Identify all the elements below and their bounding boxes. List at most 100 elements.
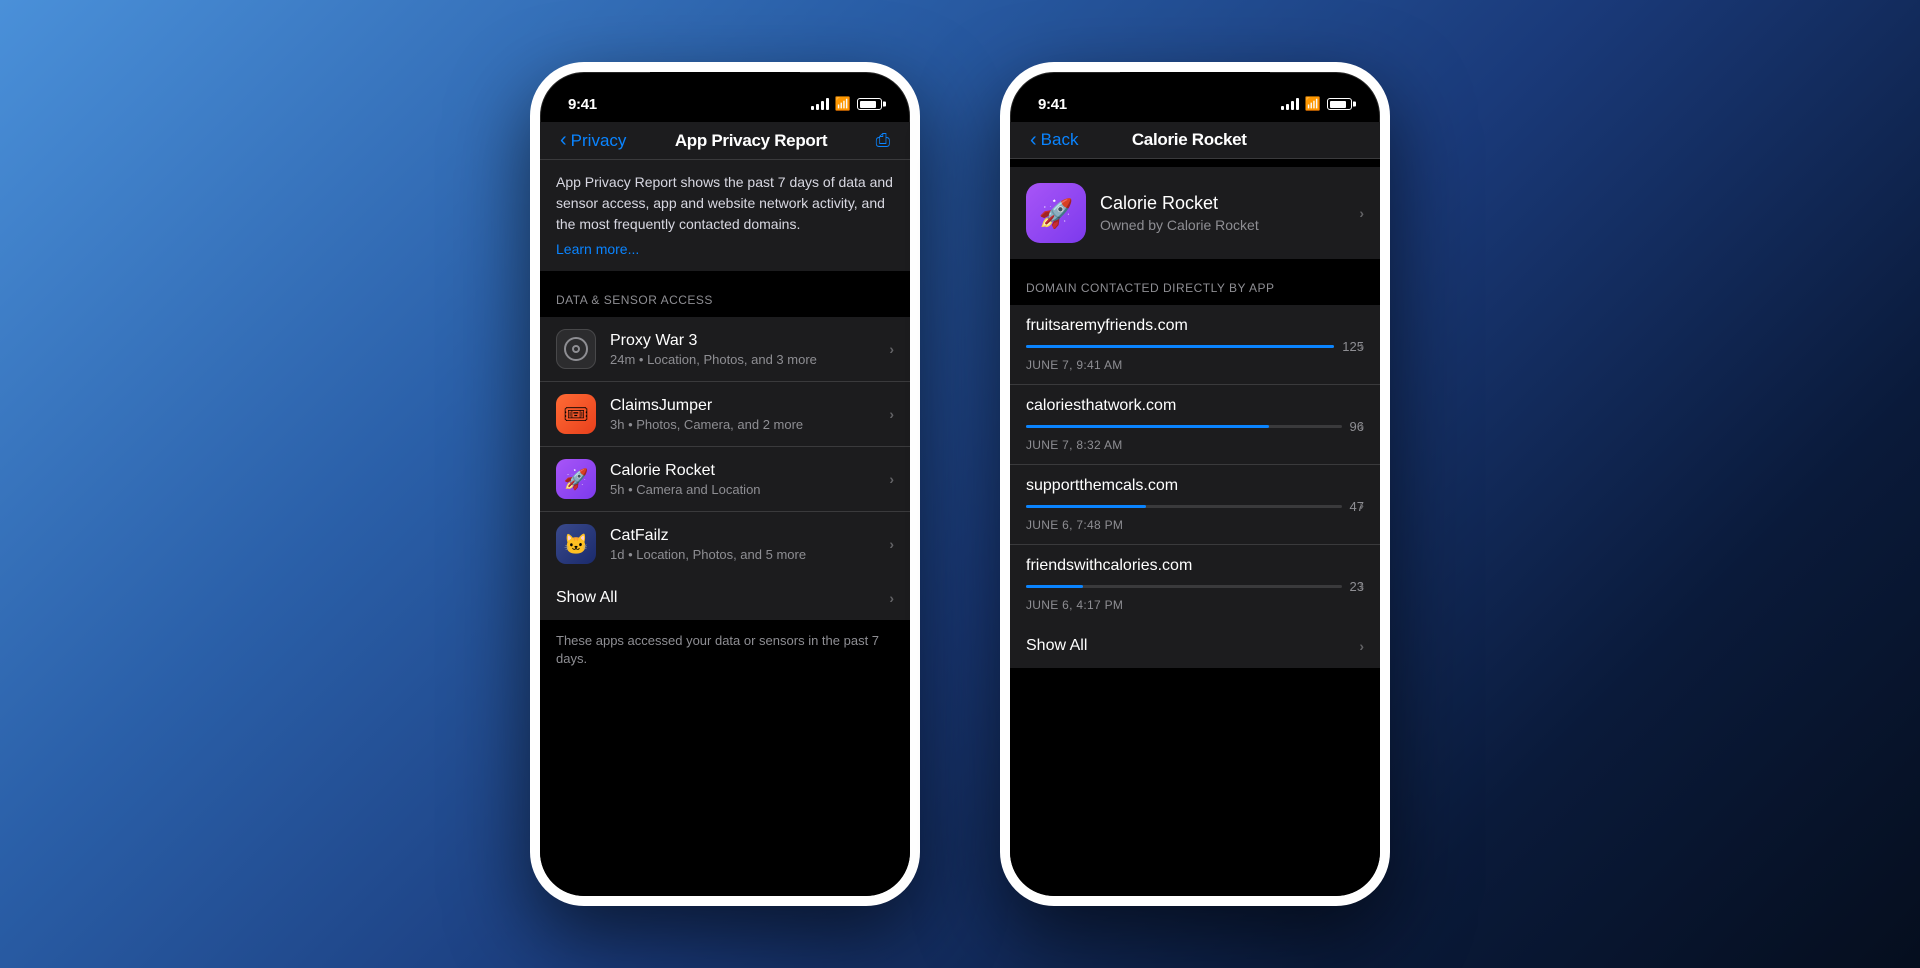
app-subtitle-claimsjumper: 3h • Photos, Camera, and 2 more	[610, 417, 889, 432]
item-details-proxywar: Proxy War 3 24m • Location, Photos, and …	[610, 332, 889, 367]
list-item-calorierocket[interactable]: 🚀 Calorie Rocket 5h • Camera and Locatio…	[540, 447, 910, 512]
app-name-proxywar: Proxy War 3	[610, 332, 889, 350]
app-subtitle-calorierocket: 5h • Camera and Location	[610, 482, 889, 497]
catfailz-icon-symbol: 🐱	[564, 532, 589, 557]
domain-date-2: June 6, 7:48 PM	[1026, 518, 1364, 532]
notch-right	[1120, 72, 1270, 102]
app-icon-claimsjumper: 🎟	[556, 394, 596, 434]
wifi-icon-left: 📶	[835, 96, 851, 112]
info-section: App Privacy Report shows the past 7 days…	[540, 160, 910, 271]
nav-title-right: Calorie Rocket	[1132, 130, 1247, 150]
domain-name-1: caloriesthatwork.com	[1026, 397, 1176, 415]
domain-date-0: June 7, 9:41 AM	[1026, 358, 1364, 372]
app-info-text: Calorie Rocket Owned by Calorie Rocket	[1100, 193, 1345, 233]
app-name-claimsjumper: ClaimsJumper	[610, 397, 889, 415]
chevron-app-info: ›	[1359, 205, 1364, 221]
nav-back-label-left[interactable]: Privacy	[571, 131, 627, 151]
show-all-text-left: Show All	[556, 589, 617, 607]
list-item-proxywar[interactable]: Proxy War 3 24m • Location, Photos, and …	[540, 317, 910, 382]
app-info-owner: Owned by Calorie Rocket	[1100, 217, 1345, 233]
domain-bar-container-2	[1026, 505, 1342, 508]
show-all-button-right[interactable]: Show All ›	[1010, 624, 1380, 668]
gear-icon	[564, 337, 588, 361]
domain-bar-0	[1026, 345, 1334, 348]
chevron-show-all-right: ›	[1359, 638, 1364, 654]
app-icon-calorierocket-left: 🚀	[556, 459, 596, 499]
domain-bar-3	[1026, 585, 1083, 588]
domain-bar-container-0	[1026, 345, 1334, 348]
back-chevron-left: ‹	[560, 130, 567, 150]
notch-left	[650, 72, 800, 102]
domain-bar-container-1	[1026, 425, 1342, 428]
footer-note: These apps accessed your data or sensors…	[540, 620, 910, 680]
app-subtitle-catfailz: 1d • Location, Photos, and 5 more	[610, 547, 889, 562]
domain-item-3[interactable]: friendswithcalories.com 23 June 6, 4:17 …	[1010, 545, 1380, 624]
item-details-calorierocket: Calorie Rocket 5h • Camera and Location	[610, 462, 889, 497]
nav-back-right[interactable]: ‹ Back	[1030, 130, 1078, 150]
domain-chevron-2: ›	[1359, 497, 1364, 513]
list-item-catfailz[interactable]: 🐱 CatFailz 1d • Location, Photos, and 5 …	[540, 512, 910, 576]
status-time-right: 9:41	[1038, 96, 1067, 113]
share-button-left[interactable]: ⎙	[876, 130, 890, 151]
footer-note-text: These apps accessed your data or sensors…	[556, 632, 894, 668]
domain-chevron-0: ›	[1359, 337, 1364, 353]
signal-bars-left	[811, 98, 829, 110]
data-sensor-header: DATA & SENSOR ACCESS	[540, 271, 910, 317]
domain-chevron-1: ›	[1359, 417, 1364, 433]
app-info-card[interactable]: 🚀 Calorie Rocket Owned by Calorie Rocket…	[1010, 167, 1380, 259]
app-info-name: Calorie Rocket	[1100, 193, 1345, 214]
app-icon-proxywar	[556, 329, 596, 369]
domain-bar-container-3	[1026, 585, 1342, 588]
domain-bar-2	[1026, 505, 1146, 508]
domain-date-3: June 6, 4:17 PM	[1026, 598, 1364, 612]
chevron-show-all-left: ›	[889, 590, 894, 606]
domain-name-0: fruitsaremyfriends.com	[1026, 317, 1188, 335]
chevron-proxywar: ›	[889, 341, 894, 357]
screen-left: ‹ Privacy App Privacy Report ⎙ App Priva…	[540, 122, 910, 896]
chevron-catfailz: ›	[889, 536, 894, 552]
app-name-calorierocket: Calorie Rocket	[610, 462, 889, 480]
nav-title-left: App Privacy Report	[675, 131, 827, 151]
calorierocket-icon-symbol-right: 🚀	[1039, 197, 1074, 230]
list-item-claimsjumper[interactable]: 🎟 ClaimsJumper 3h • Photos, Camera, and …	[540, 382, 910, 447]
back-chevron-right: ‹	[1030, 130, 1037, 150]
status-time-left: 9:41	[568, 96, 597, 113]
domain-item-1[interactable]: caloriesthatwork.com 96 June 7, 8:32 AM …	[1010, 385, 1380, 465]
domain-list: fruitsaremyfriends.com 125 June 7, 9:41 …	[1010, 305, 1380, 624]
info-text: App Privacy Report shows the past 7 days…	[556, 172, 894, 235]
domain-item-2[interactable]: supportthemcals.com 47 June 6, 7:48 PM ›	[1010, 465, 1380, 545]
domain-name-2: supportthemcals.com	[1026, 477, 1178, 495]
domain-chevron-3: ›	[1359, 577, 1364, 593]
show-all-text-right: Show All	[1026, 637, 1087, 655]
wifi-icon-right: 📶	[1305, 96, 1321, 112]
section-header-text: DATA & SENSOR ACCESS	[556, 293, 713, 307]
nav-bar-left: ‹ Privacy App Privacy Report ⎙	[540, 122, 910, 160]
domain-section-header: DOMAIN CONTACTED DIRECTLY BY APP	[1010, 259, 1380, 305]
phone-left: 9:41 📶 ‹ Privacy App Privacy Report ⎙	[530, 62, 920, 906]
item-details-catfailz: CatFailz 1d • Location, Photos, and 5 mo…	[610, 527, 889, 562]
signal-bars-right	[1281, 98, 1299, 110]
nav-bar-right: ‹ Back Calorie Rocket	[1010, 122, 1380, 159]
domain-item-0[interactable]: fruitsaremyfriends.com 125 June 7, 9:41 …	[1010, 305, 1380, 385]
domain-bar-1	[1026, 425, 1269, 428]
screen-right: ‹ Back Calorie Rocket 🚀 Calorie Rocket O…	[1010, 122, 1380, 896]
domain-header-text: DOMAIN CONTACTED DIRECTLY BY APP	[1026, 281, 1275, 295]
app-name-catfailz: CatFailz	[610, 527, 889, 545]
status-icons-left: 📶	[811, 96, 882, 112]
app-list: Proxy War 3 24m • Location, Photos, and …	[540, 317, 910, 576]
domain-date-1: June 7, 8:32 AM	[1026, 438, 1364, 452]
nav-back-left[interactable]: ‹ Privacy	[560, 131, 626, 151]
show-all-button-left[interactable]: Show All ›	[540, 576, 910, 620]
learn-more-link[interactable]: Learn more...	[556, 241, 639, 257]
calorierocket-icon-symbol-left: 🚀	[564, 467, 589, 492]
domain-name-3: friendswithcalories.com	[1026, 557, 1192, 575]
app-subtitle-proxywar: 24m • Location, Photos, and 3 more	[610, 352, 889, 367]
app-icon-catfailz: 🐱	[556, 524, 596, 564]
claimsjumper-icon-symbol: 🎟	[563, 402, 588, 427]
chevron-calorierocket: ›	[889, 471, 894, 487]
status-icons-right: 📶	[1281, 96, 1352, 112]
nav-back-label-right[interactable]: Back	[1041, 130, 1079, 150]
phone-right: 9:41 📶 ‹ Back Calorie Rocket	[1000, 62, 1390, 906]
item-details-claimsjumper: ClaimsJumper 3h • Photos, Camera, and 2 …	[610, 397, 889, 432]
battery-icon-left	[857, 98, 882, 110]
